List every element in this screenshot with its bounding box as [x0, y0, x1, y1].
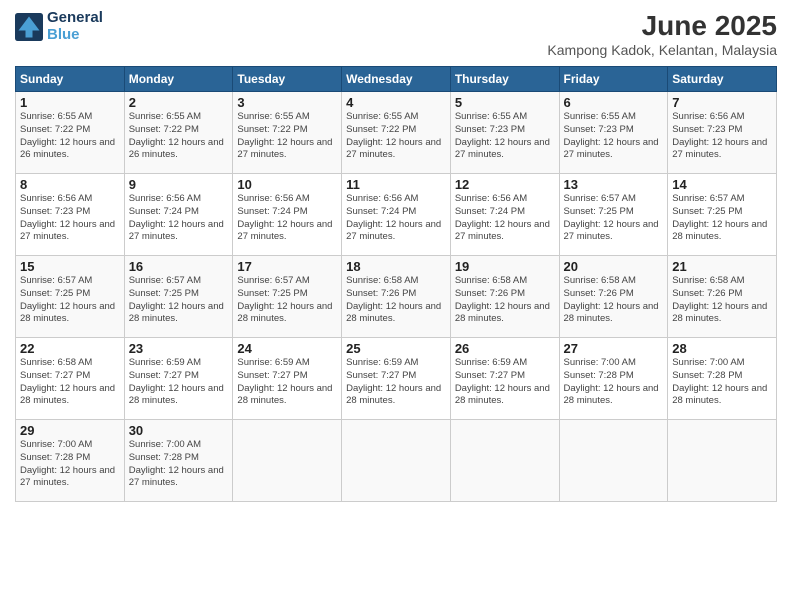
table-row: 15 Sunrise: 6:57 AMSunset: 7:25 PMDaylig… — [16, 256, 125, 338]
logo-text: General Blue — [47, 10, 103, 43]
title-area: June 2025 Kampong Kadok, Kelantan, Malay… — [547, 10, 777, 58]
table-row: 17 Sunrise: 6:57 AMSunset: 7:25 PMDaylig… — [233, 256, 342, 338]
table-row: 27 Sunrise: 7:00 AMSunset: 7:28 PMDaylig… — [559, 338, 668, 420]
col-monday: Monday — [124, 67, 233, 92]
table-row: 4 Sunrise: 6:55 AMSunset: 7:22 PMDayligh… — [342, 92, 451, 174]
table-row: 28 Sunrise: 7:00 AMSunset: 7:28 PMDaylig… — [668, 338, 777, 420]
table-row: 8 Sunrise: 6:56 AMSunset: 7:23 PMDayligh… — [16, 174, 125, 256]
logo: General Blue — [15, 10, 103, 43]
calendar-header: Sunday Monday Tuesday Wednesday Thursday… — [16, 67, 777, 92]
table-row: 19 Sunrise: 6:58 AMSunset: 7:26 PMDaylig… — [450, 256, 559, 338]
table-row: 9 Sunrise: 6:56 AMSunset: 7:24 PMDayligh… — [124, 174, 233, 256]
table-row: 5 Sunrise: 6:55 AMSunset: 7:23 PMDayligh… — [450, 92, 559, 174]
table-row: 7 Sunrise: 6:56 AMSunset: 7:23 PMDayligh… — [668, 92, 777, 174]
table-row: 3 Sunrise: 6:55 AMSunset: 7:22 PMDayligh… — [233, 92, 342, 174]
header-row: Sunday Monday Tuesday Wednesday Thursday… — [16, 67, 777, 92]
logo-icon — [15, 13, 43, 41]
table-row: 23 Sunrise: 6:59 AMSunset: 7:27 PMDaylig… — [124, 338, 233, 420]
table-row: 11 Sunrise: 6:56 AMSunset: 7:24 PMDaylig… — [342, 174, 451, 256]
calendar-body: 1 Sunrise: 6:55 AMSunset: 7:22 PMDayligh… — [16, 92, 777, 502]
table-row — [342, 420, 451, 502]
table-row: 10 Sunrise: 6:56 AMSunset: 7:24 PMDaylig… — [233, 174, 342, 256]
table-row — [668, 420, 777, 502]
table-row: 14 Sunrise: 6:57 AMSunset: 7:25 PMDaylig… — [668, 174, 777, 256]
table-row: 20 Sunrise: 6:58 AMSunset: 7:26 PMDaylig… — [559, 256, 668, 338]
page-header: General Blue June 2025 Kampong Kadok, Ke… — [15, 10, 777, 58]
table-row: 6 Sunrise: 6:55 AMSunset: 7:23 PMDayligh… — [559, 92, 668, 174]
table-row: 30 Sunrise: 7:00 AMSunset: 7:28 PMDaylig… — [124, 420, 233, 502]
calendar-page: General Blue June 2025 Kampong Kadok, Ke… — [0, 0, 792, 612]
table-row: 18 Sunrise: 6:58 AMSunset: 7:26 PMDaylig… — [342, 256, 451, 338]
table-row: 24 Sunrise: 6:59 AMSunset: 7:27 PMDaylig… — [233, 338, 342, 420]
col-tuesday: Tuesday — [233, 67, 342, 92]
col-friday: Friday — [559, 67, 668, 92]
col-saturday: Saturday — [668, 67, 777, 92]
location: Kampong Kadok, Kelantan, Malaysia — [547, 42, 777, 58]
col-wednesday: Wednesday — [342, 67, 451, 92]
table-row: 1 Sunrise: 6:55 AMSunset: 7:22 PMDayligh… — [16, 92, 125, 174]
table-row — [233, 420, 342, 502]
table-row — [559, 420, 668, 502]
col-thursday: Thursday — [450, 67, 559, 92]
month-title: June 2025 — [547, 10, 777, 42]
table-row: 26 Sunrise: 6:59 AMSunset: 7:27 PMDaylig… — [450, 338, 559, 420]
table-row — [450, 420, 559, 502]
table-row: 13 Sunrise: 6:57 AMSunset: 7:25 PMDaylig… — [559, 174, 668, 256]
table-row: 29 Sunrise: 7:00 AMSunset: 7:28 PMDaylig… — [16, 420, 125, 502]
table-row: 25 Sunrise: 6:59 AMSunset: 7:27 PMDaylig… — [342, 338, 451, 420]
table-row: 12 Sunrise: 6:56 AMSunset: 7:24 PMDaylig… — [450, 174, 559, 256]
col-sunday: Sunday — [16, 67, 125, 92]
table-row: 16 Sunrise: 6:57 AMSunset: 7:25 PMDaylig… — [124, 256, 233, 338]
calendar-table: Sunday Monday Tuesday Wednesday Thursday… — [15, 66, 777, 502]
table-row: 2 Sunrise: 6:55 AMSunset: 7:22 PMDayligh… — [124, 92, 233, 174]
table-row: 21 Sunrise: 6:58 AMSunset: 7:26 PMDaylig… — [668, 256, 777, 338]
table-row: 22 Sunrise: 6:58 AMSunset: 7:27 PMDaylig… — [16, 338, 125, 420]
